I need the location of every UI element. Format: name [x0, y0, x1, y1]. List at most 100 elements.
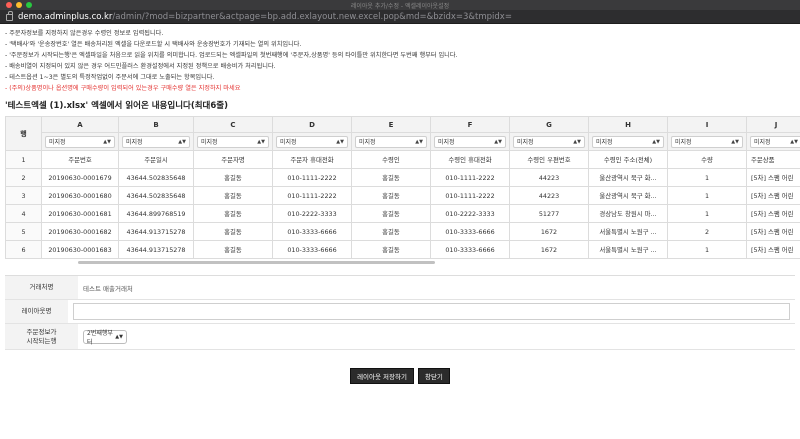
table-cell: 주문자명: [193, 150, 273, 169]
table-cell: 43644.502835648: [118, 168, 194, 187]
select-arrows-icon: ▲▼: [790, 138, 798, 145]
select-arrows-icon: ▲▼: [257, 138, 265, 145]
table-cell: 홍길동: [193, 168, 273, 187]
table-cell: 1: [667, 240, 747, 259]
table-cell: 홍길동: [193, 204, 273, 223]
column-header-e: E: [351, 116, 431, 133]
layout-name-cell: [68, 300, 795, 323]
excel-grid-container[interactable]: 행 A B C D E F G H I J 미지정 ▲▼ 미지정 ▲▼ 미지정 ▲▼ …: [5, 116, 800, 265]
note-line: - '주문정보가 시작되는행'은 엑셀파일을 처음으로 읽을 위치를 의미합니다…: [5, 52, 458, 59]
table-cell: 010-1111-2222: [430, 168, 510, 187]
table-cell: 010-1111-2222: [272, 168, 352, 187]
table-cell: 010-2222-3333: [430, 204, 510, 223]
select-arrows-icon: ▲▼: [336, 138, 344, 145]
address-bar[interactable]: demo.adminplus.co.kr/admin/?mod=bizpartn…: [0, 10, 800, 24]
table-cell: 주문번호: [41, 150, 119, 169]
table-cell: 20190630-0001680: [41, 186, 119, 205]
select-arrows-icon: ▲▼: [103, 138, 111, 145]
column-header-b: B: [118, 116, 194, 133]
column-mapping-select[interactable]: 미지정 ▲▼: [513, 135, 585, 148]
grid-body: 1 주문번호 주문일시 주문자명 주문자 휴대전화 수령인 수령인 휴대전화 수령인 우편번호…: [5, 150, 800, 259]
table-cell: 20190630-0001681: [41, 204, 119, 223]
table-row: 4 20190630-0001681 43644.899768519 홍길동 010-2…: [5, 204, 800, 223]
note-line: - 배송비열이 지정되어 있지 않은 경우 어드민플러스 환경설정에서 지정된 …: [5, 63, 276, 70]
table-cell: 울산광역시 북구 화...: [588, 186, 668, 205]
column-header-c: C: [193, 116, 273, 133]
select-arrows-icon: ▲▼: [652, 138, 660, 145]
column-header-g: G: [509, 116, 589, 133]
table-cell: 홍길동: [193, 240, 273, 259]
table-cell: 주문일시: [118, 150, 194, 169]
table-row: 6 20190630-0001683 43644.913715278 홍길동 010-3…: [5, 240, 800, 259]
column-mapping-select[interactable]: 미지정 ▲▼: [355, 135, 427, 148]
column-mapping-select[interactable]: 미지정 ▲▼: [592, 135, 664, 148]
column-select-cell: 미지정 ▲▼: [588, 132, 668, 151]
column-header-f: F: [430, 116, 510, 133]
table-cell: 1: [667, 168, 747, 187]
layout-name-row: 레이아웃명: [5, 300, 795, 324]
table-cell: 수령인: [351, 150, 431, 169]
table-cell: 울산광역시 북구 화...: [588, 168, 668, 187]
horizontal-scrollbar[interactable]: [5, 261, 800, 265]
note-line: - '택배사'와 '운송장번호' 열은 배송처리된 엑셀을 다운로드할 시 택배…: [5, 41, 302, 48]
table-cell: 수량: [667, 150, 747, 169]
row-number: 3: [5, 186, 42, 205]
column-mapping-select[interactable]: 미지정 ▲▼: [434, 135, 506, 148]
table-cell: 서울특별시 노원구 ...: [588, 222, 668, 241]
partner-value: 테스트 매출거래처: [83, 284, 133, 293]
table-cell: [5차] 스팸 어린: [746, 186, 800, 205]
table-cell: 홍길동: [193, 222, 273, 241]
note-line: - 주문자정보를 지정하지 않은경우 수령인 정보로 입력됩니다.: [5, 30, 164, 37]
select-arrows-icon: ▲▼: [115, 333, 123, 340]
column-mapping-select[interactable]: 미지정 ▲▼: [197, 135, 269, 148]
save-layout-button[interactable]: 레이아웃 저장하기: [350, 368, 414, 384]
partner-label: 거래처명: [5, 276, 78, 299]
table-cell: [5차] 스팸 어린: [746, 240, 800, 259]
table-cell: 수령인 우편번호: [509, 150, 589, 169]
table-cell: 43644.899768519: [118, 204, 194, 223]
column-select-cell: 미지정 ▲▼: [509, 132, 589, 151]
lock-icon: [6, 11, 13, 21]
table-cell: 홍길동: [351, 186, 431, 205]
table-cell: 51277: [509, 204, 589, 223]
column-mapping-select[interactable]: 미지정 ▲▼: [750, 135, 800, 148]
table-cell: [5차] 스팸 어린: [746, 222, 800, 241]
table-cell: 1: [667, 186, 747, 205]
table-cell: 43644.502835648: [118, 186, 194, 205]
column-mapping-select[interactable]: 미지정 ▲▼: [122, 135, 190, 148]
excel-preview-grid: 행 A B C D E F G H I J 미지정 ▲▼ 미지정 ▲▼ 미지정 ▲▼ …: [5, 116, 800, 259]
column-mapping-select[interactable]: 미지정 ▲▼: [276, 135, 348, 148]
table-cell: 홍길동: [351, 204, 431, 223]
table-cell: 서울특별시 노원구 ...: [588, 240, 668, 259]
table-cell: 1672: [509, 240, 589, 259]
table-cell: 2: [667, 222, 747, 241]
column-header-h: H: [588, 116, 668, 133]
note-line: - 테스트옵션 1~3은 별도의 특정작업없이 주문서에 그대로 노출되는 항목…: [5, 74, 215, 81]
table-cell: 수령인 휴대전화: [430, 150, 510, 169]
scrollbar-thumb[interactable]: [78, 261, 435, 264]
close-window-button[interactable]: 창닫기: [417, 368, 450, 384]
table-cell: 010-1111-2222: [430, 186, 510, 205]
start-row-select[interactable]: 2번째행부터 ▲▼: [83, 329, 127, 346]
table-cell: 44223: [509, 168, 589, 187]
layout-name-input[interactable]: [73, 303, 790, 320]
select-arrows-icon: ▲▼: [178, 138, 186, 145]
popup-content: - 주문자정보를 지정하지 않은경우 수령인 정보로 입력됩니다. - '택배사…: [0, 24, 800, 384]
window-titlebar: 레이아웃 추가/수정 - 엑셀레이아웃설정: [0, 0, 800, 10]
table-cell: 20190630-0001682: [41, 222, 119, 241]
table-cell: 43644.913715278: [118, 240, 194, 259]
column-mapping-select[interactable]: 미지정 ▲▼: [45, 135, 115, 148]
table-cell: 주문자 휴대전화: [272, 150, 352, 169]
url-text[interactable]: demo.adminplus.co.kr/admin/?mod=bizpartn…: [18, 12, 512, 22]
table-cell: [5차] 스팸 어린: [746, 168, 800, 187]
url-path: /admin/?mod=bizpartner&actpage=bp.add.ex…: [112, 11, 512, 22]
column-select-cell: 미지정 ▲▼: [430, 132, 510, 151]
column-select-cell: 미지정 ▲▼: [118, 132, 194, 151]
table-cell: 20190630-0001683: [41, 240, 119, 259]
select-arrows-icon: ▲▼: [494, 138, 502, 145]
partner-row: 거래처명 테스트 매출거래처: [5, 276, 795, 300]
warning-note: - (주의)상품명이나 옵션명에 구매수량이 입력되어 있는경우 구매수량 열은…: [5, 85, 241, 92]
column-mapping-select[interactable]: 미지정 ▲▼: [671, 135, 743, 148]
excel-preview-heading: '테스트엑셀 (1).xlsx' 엑셀에서 읽어온 내용입니다(최대6줄): [5, 101, 228, 111]
column-select-cell: 미지정 ▲▼: [351, 132, 431, 151]
